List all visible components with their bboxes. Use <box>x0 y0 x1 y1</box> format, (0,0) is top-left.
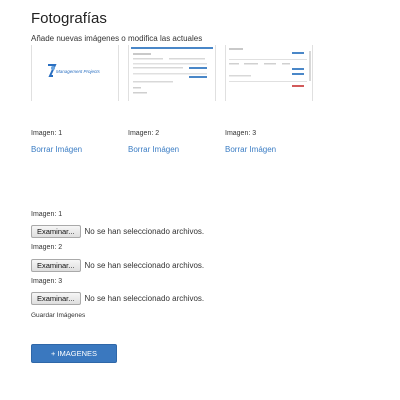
save-images-label: Guardar Imágenes <box>31 312 86 319</box>
image-thumbnail-2[interactable] <box>128 45 216 101</box>
page-subtitle: Añade nuevas imágenes o modifica las act… <box>31 34 203 43</box>
file-status-2: No se han seleccionado archivos. <box>84 261 205 270</box>
upload-label-1: Imagen: 1 <box>31 211 63 218</box>
image-thumbnail-3[interactable] <box>225 45 313 101</box>
browse-button-2[interactable]: Examinar... <box>31 259 81 272</box>
existing-image-label-2: Imagen: 2 <box>128 130 160 137</box>
image-thumbnail-1[interactable]: Management Projects <box>31 45 119 101</box>
browse-button-3[interactable]: Examinar... <box>31 292 81 305</box>
file-input-3[interactable]: Examinar... No se han seleccionado archi… <box>31 292 204 305</box>
existing-image-label-1: Imagen: 1 <box>31 130 63 137</box>
delete-image-3-link[interactable]: Borrar Imágen <box>225 145 276 154</box>
file-status-3: No se han seleccionado archivos. <box>84 294 205 303</box>
table-screenshot-graphic <box>229 48 311 87</box>
existing-image-label-3: Imagen: 3 <box>225 130 257 137</box>
browse-button-1[interactable]: Examinar... <box>31 225 81 238</box>
file-status-1: No se han seleccionado archivos. <box>84 227 205 236</box>
file-input-2[interactable]: Examinar... No se han seleccionado archi… <box>31 259 204 272</box>
delete-image-2-link[interactable]: Borrar Imágen <box>128 145 179 154</box>
page-title: Fotografías <box>31 10 107 27</box>
file-input-1[interactable]: Examinar... No se han seleccionado archi… <box>31 225 204 238</box>
upload-label-2: Imagen: 2 <box>31 244 63 251</box>
add-images-button[interactable]: + IMAGENES <box>31 344 117 363</box>
thumbnail-logo-text: Management Projects <box>56 69 100 74</box>
delete-image-1-link[interactable]: Borrar Imágen <box>31 145 82 154</box>
upload-label-3: Imagen: 3 <box>31 278 63 285</box>
form-screenshot-graphic <box>131 47 213 94</box>
